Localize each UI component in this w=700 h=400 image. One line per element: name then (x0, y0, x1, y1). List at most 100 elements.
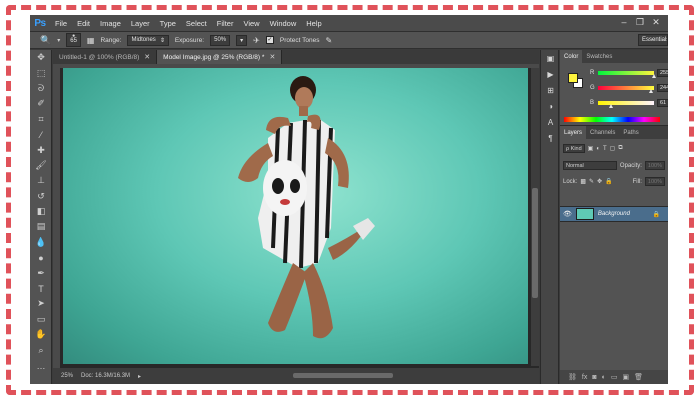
menu-type[interactable]: Type (155, 19, 181, 28)
eye-icon[interactable]: 👁 (563, 210, 572, 218)
dodge-tool-icon[interactable]: 🔍 (40, 35, 51, 46)
adjustments-panel-icon[interactable]: ◑ (541, 98, 560, 114)
airbrush-icon[interactable]: ✈ (253, 36, 260, 45)
smart-object-filter-icon[interactable]: ⧉ (618, 145, 622, 152)
tab-channels[interactable]: Channels (586, 126, 619, 139)
green-value[interactable]: 244 (657, 84, 668, 92)
close-icon[interactable]: ✕ (269, 53, 275, 61)
pixel-filter-icon[interactable]: ▣ (588, 145, 594, 152)
move-tool-icon[interactable]: ✥ (30, 50, 52, 65)
workspace-switcher[interactable]: Essentials (638, 34, 668, 46)
blend-mode-select[interactable]: Normal (563, 161, 617, 170)
close-button[interactable]: ✕ (650, 17, 662, 28)
foreground-color-swatch[interactable] (568, 73, 578, 83)
gradient-tool-icon[interactable]: ▤ (30, 219, 52, 234)
tab-color[interactable]: Color (560, 50, 583, 63)
character-panel-icon[interactable]: A (541, 114, 560, 130)
mask-icon[interactable]: ◙ (592, 374, 596, 381)
lock-all-icon[interactable]: 🔒 (605, 178, 612, 185)
lock-brush-icon[interactable]: ✎ (589, 178, 594, 185)
type-tool-icon[interactable]: T (30, 281, 52, 296)
kind-filter-select[interactable]: ρ Kind (563, 144, 585, 153)
blur-tool-icon[interactable]: 💧 (30, 235, 52, 250)
menu-window[interactable]: Window (265, 19, 302, 28)
eraser-tool-icon[interactable]: ◧ (30, 204, 52, 219)
green-slider-handle[interactable] (649, 89, 653, 93)
shape-filter-icon[interactable]: ▢ (610, 145, 616, 152)
tab-layers[interactable]: Layers (560, 126, 587, 139)
menu-help[interactable]: Help (301, 19, 326, 28)
blue-slider-handle[interactable] (609, 104, 613, 108)
blue-value[interactable]: 61 (657, 99, 668, 107)
group-icon[interactable]: ▭ (611, 373, 618, 381)
properties-panel-icon[interactable]: ⊞ (541, 82, 560, 98)
lasso-tool-icon[interactable]: ᘐ (30, 81, 52, 96)
tab-untitled[interactable]: Untitled-1 @ 100% (RGB/8) ✕ (53, 50, 158, 64)
menu-filter[interactable]: Filter (212, 19, 239, 28)
adjustment-filter-icon[interactable]: ◐ (596, 146, 600, 152)
menu-edit[interactable]: Edit (72, 19, 95, 28)
menu-image[interactable]: Image (95, 19, 126, 28)
marquee-tool-icon[interactable]: ⬚ (30, 65, 52, 80)
protect-tones-checkbox[interactable]: ✓ (265, 36, 274, 44)
trash-icon[interactable]: 🗑 (634, 373, 643, 381)
zoom-level[interactable]: 25% (61, 373, 73, 379)
layer-name[interactable]: Background (598, 211, 630, 217)
fill-input[interactable]: 100% (644, 177, 665, 186)
quick-select-tool-icon[interactable]: ✐ (30, 96, 52, 111)
horizontal-scrollbar[interactable] (293, 373, 393, 378)
fx-icon[interactable]: fx (582, 374, 587, 381)
menu-file[interactable]: File (50, 19, 72, 28)
brush-tool-icon[interactable]: 🖌 (30, 158, 52, 173)
history-panel-icon[interactable]: ▣ (541, 50, 560, 66)
eyedropper-tool-icon[interactable]: ⁄ (30, 127, 52, 142)
layer-background[interactable]: 👁 Background 🔒 (560, 206, 668, 222)
link-layers-icon[interactable]: ⛓ (568, 373, 577, 381)
close-icon[interactable]: ✕ (144, 53, 150, 61)
pen-tool-icon[interactable]: ✒ (30, 265, 52, 280)
actions-panel-icon[interactable]: ▶ (541, 66, 560, 82)
minimize-button[interactable]: – (618, 17, 630, 28)
document-canvas[interactable] (63, 68, 528, 364)
crop-tool-icon[interactable]: ⌗ (30, 112, 52, 127)
history-brush-tool-icon[interactable]: ↺ (30, 189, 52, 204)
lock-transparent-icon[interactable]: ▩ (580, 178, 586, 185)
maximize-button[interactable]: ❐ (634, 17, 646, 28)
color-spectrum-bar[interactable] (564, 117, 660, 122)
clone-stamp-tool-icon[interactable]: ⊥ (30, 173, 52, 188)
type-filter-icon[interactable]: T (603, 146, 607, 152)
zoom-tool-icon[interactable]: ⌕ (30, 342, 52, 357)
status-menu-icon[interactable]: ▸ (138, 373, 141, 380)
red-slider[interactable] (598, 71, 656, 78)
tab-swatches[interactable]: Swatches (582, 50, 616, 63)
lock-move-icon[interactable]: ✥ (597, 178, 602, 185)
healing-brush-tool-icon[interactable]: ✚ (30, 142, 52, 157)
chevron-down-icon[interactable]: ▾ (57, 37, 60, 44)
tab-model-image[interactable]: Model Image.jpg @ 25% (RGB/8) * ✕ (157, 50, 283, 64)
paragraph-panel-icon[interactable]: ¶ (541, 130, 560, 146)
exposure-dropdown[interactable]: ▾ (236, 34, 248, 46)
shape-tool-icon[interactable]: ▭ (30, 312, 52, 327)
more-tools-icon[interactable]: … (30, 358, 52, 373)
new-layer-icon[interactable]: ▣ (622, 373, 629, 381)
hand-tool-icon[interactable]: ✋ (30, 327, 52, 342)
tablet-pressure-icon[interactable]: ✎ (326, 36, 333, 45)
range-select[interactable]: Midtones ⇕ (127, 34, 169, 46)
path-select-tool-icon[interactable]: ➤ (30, 296, 52, 311)
brush-panel-icon[interactable]: ▦ (87, 36, 95, 45)
vertical-scrollbar[interactable] (531, 68, 539, 366)
dodge-tool-icon[interactable]: ● (30, 250, 52, 265)
red-value[interactable]: 255 (657, 69, 668, 77)
adjustment-layer-icon[interactable]: ◐ (602, 374, 606, 381)
brush-size-picker[interactable]: ● 65 (66, 33, 81, 47)
menu-select[interactable]: Select (181, 19, 212, 28)
tab-paths[interactable]: Paths (619, 126, 642, 139)
red-slider-handle[interactable] (652, 74, 656, 78)
menu-view[interactable]: View (238, 19, 264, 28)
menu-layer[interactable]: Layer (126, 19, 155, 28)
scroll-thumb[interactable] (532, 188, 538, 298)
blue-slider[interactable] (598, 101, 654, 108)
exposure-input[interactable]: 50% (210, 34, 231, 46)
green-slider[interactable] (598, 86, 654, 93)
opacity-input[interactable]: 100% (644, 161, 665, 170)
